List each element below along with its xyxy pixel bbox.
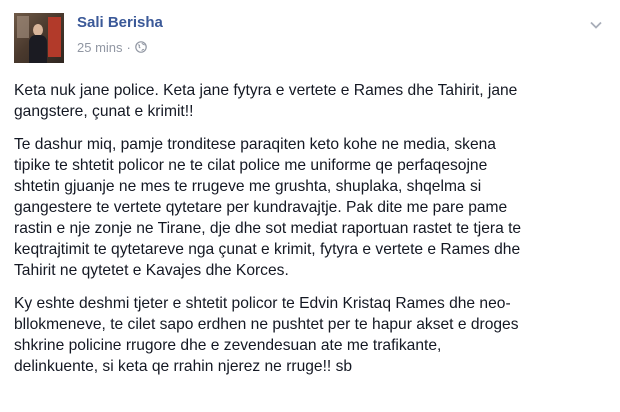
post-paragraph: Te dashur miq, pamje tronditese paraqite…: [14, 136, 522, 279]
meta-separator: ·: [126, 40, 131, 55]
facebook-post: Sali Berisha 25 mins · Keta nuk jane poli…: [0, 0, 620, 412]
post-timestamp[interactable]: 25 mins: [77, 40, 123, 55]
author-avatar[interactable]: [14, 13, 64, 63]
post-paragraph: Keta nuk jane police. Keta jane fytyra e…: [14, 82, 518, 120]
chevron-down-icon[interactable]: [586, 15, 606, 35]
post-header: Sali Berisha 25 mins ·: [14, 13, 606, 65]
post-meta: 25 mins ·: [77, 40, 147, 55]
post-paragraph: Ky eshte deshmi tjeter e shtetit policor…: [14, 295, 519, 375]
author-name[interactable]: Sali Berisha: [77, 14, 163, 31]
post-body: Keta nuk jane police. Keta jane fytyra e…: [14, 80, 612, 389]
globe-icon[interactable]: [135, 41, 147, 53]
